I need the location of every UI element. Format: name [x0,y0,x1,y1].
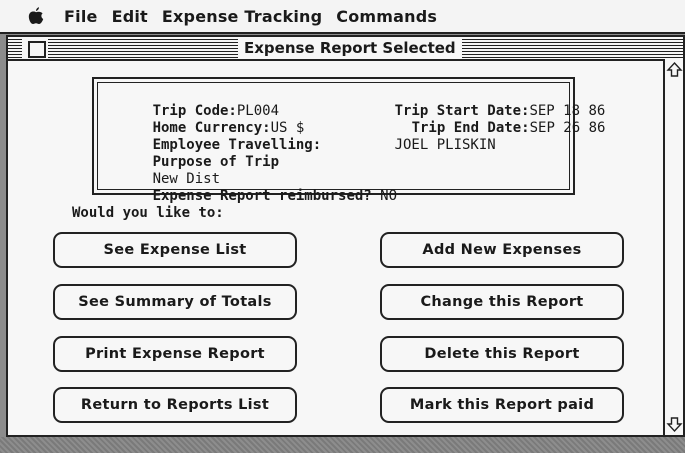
expense-report-window: Expense Report Selected Trip Code:PL004 … [6,35,685,437]
title-bar[interactable]: Expense Report Selected [8,37,683,61]
see-summary-button[interactable]: See Summary of Totals [53,284,297,320]
mark-paid-button[interactable]: Mark this Report paid [380,387,624,423]
menu-expense-tracking[interactable]: Expense Tracking [162,7,322,26]
apple-icon[interactable] [28,7,50,25]
menu-bar: File Edit Expense Tracking Commands [0,0,685,34]
window-title: Expense Report Selected [238,38,462,58]
reimbursed-label: Expense Report reimbursed? [152,188,372,204]
employee-value: JOEL PLISKIN [394,137,496,153]
return-to-list-button[interactable]: Return to Reports List [53,387,297,423]
scroll-down-arrow-icon[interactable] [666,415,683,433]
print-report-button[interactable]: Print Expense Report [53,336,297,372]
add-new-expenses-button[interactable]: Add New Expenses [380,232,624,268]
vertical-scrollbar[interactable] [663,59,683,435]
delete-report-button[interactable]: Delete this Report [380,336,624,372]
trip-end-value: SEP 26 86 [529,120,606,136]
desktop-background [0,437,685,453]
menu-file[interactable]: File [64,7,98,26]
prompt-text: Would you like to: [72,205,224,221]
report-info-box: Trip Code:PL004 Trip Start Date:SEP 18 8… [92,77,605,204]
menu-edit[interactable]: Edit [112,7,148,26]
menu-commands[interactable]: Commands [336,7,437,26]
reimbursed-value: NO [380,188,398,204]
scroll-up-arrow-icon[interactable] [666,61,683,79]
employee-value-row: JOEL PLISKIN [344,121,496,169]
close-box-icon[interactable] [28,41,46,58]
see-expense-list-button[interactable]: See Expense List [53,232,297,268]
change-report-button[interactable]: Change this Report [380,284,624,320]
